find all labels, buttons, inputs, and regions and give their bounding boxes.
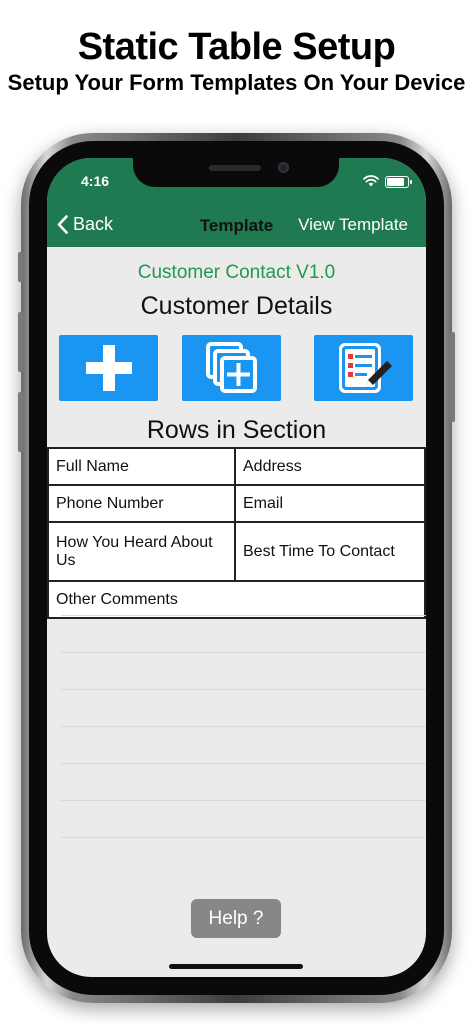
separator bbox=[61, 763, 426, 764]
notch bbox=[133, 158, 339, 187]
edit-rows-button[interactable] bbox=[314, 335, 413, 401]
home-indicator bbox=[169, 964, 303, 969]
phone-volume-up-button bbox=[18, 312, 23, 372]
separator bbox=[61, 652, 426, 653]
edit-list-icon bbox=[338, 343, 392, 393]
speaker bbox=[209, 165, 261, 171]
promo-subtitle: Setup Your Form Templates On Your Device bbox=[7, 70, 466, 95]
navigation-bar: 4:16 Back Template View Template bbox=[47, 158, 426, 247]
separator bbox=[61, 800, 426, 801]
separator bbox=[61, 689, 426, 690]
status-time: 4:16 bbox=[81, 173, 110, 189]
battery-icon bbox=[385, 176, 412, 188]
empty-list-area bbox=[61, 615, 426, 885]
phone-volume-down-button bbox=[18, 392, 23, 452]
plus-icon bbox=[85, 345, 132, 391]
phone-side-button bbox=[18, 252, 23, 282]
row-cell[interactable]: Best Time To Contact bbox=[236, 523, 426, 580]
separator bbox=[61, 615, 426, 616]
separator bbox=[61, 837, 426, 838]
help-button[interactable]: Help ? bbox=[191, 899, 281, 938]
row-cell[interactable]: How You Heard About Us bbox=[47, 523, 236, 580]
section-title: Customer Details bbox=[140, 292, 333, 320]
add-row-button[interactable] bbox=[59, 335, 158, 401]
duplicate-add-icon bbox=[205, 342, 257, 393]
camera bbox=[278, 162, 289, 173]
row-cell[interactable]: Address bbox=[236, 449, 426, 484]
rows-table: Full Name Address Phone Number Email How… bbox=[47, 447, 426, 619]
rows-title: Rows in Section bbox=[146, 416, 327, 444]
promo-title: Static Table Setup bbox=[77, 26, 396, 68]
table-row: Phone Number Email bbox=[47, 484, 426, 521]
row-cell[interactable]: Phone Number bbox=[47, 486, 236, 521]
separator bbox=[61, 726, 426, 727]
table-row: Other Comments bbox=[47, 580, 426, 619]
row-cell[interactable]: Other Comments bbox=[47, 582, 426, 617]
row-cell[interactable]: Email bbox=[236, 486, 426, 521]
template-name: Customer Contact V1.0 bbox=[137, 262, 336, 283]
wifi-icon bbox=[363, 175, 379, 187]
table-row: Full Name Address bbox=[47, 447, 426, 484]
view-template-button[interactable]: View Template bbox=[298, 215, 408, 235]
row-cell[interactable]: Full Name bbox=[47, 449, 236, 484]
table-row: How You Heard About Us Best Time To Cont… bbox=[47, 521, 426, 580]
duplicate-row-button[interactable] bbox=[182, 335, 281, 401]
phone-power-button bbox=[450, 332, 455, 422]
phone-screen: 4:16 Back Template View Template Custome… bbox=[47, 158, 426, 977]
